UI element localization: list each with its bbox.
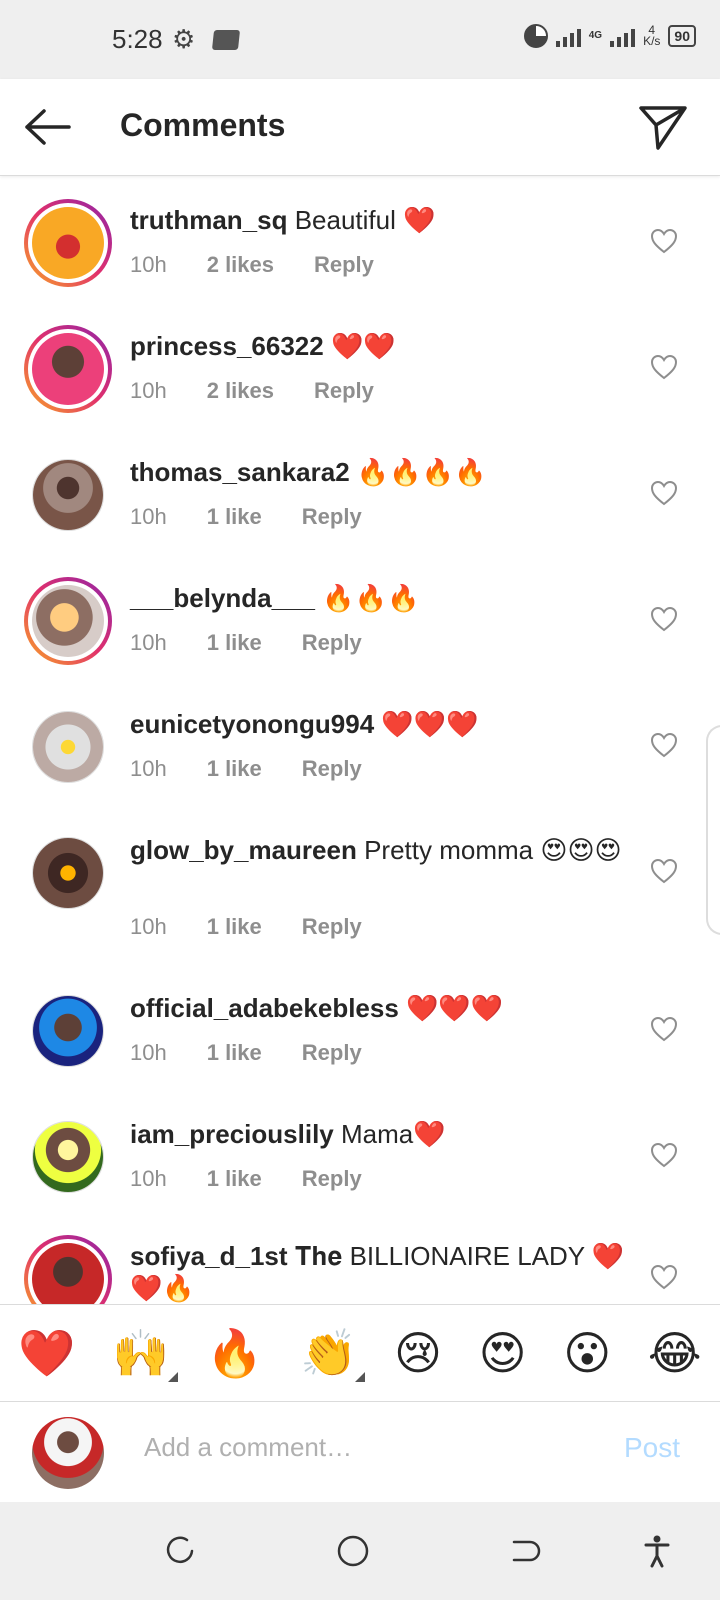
avatar[interactable]: [24, 1235, 112, 1304]
comment-username[interactable]: thomas_sankara2: [130, 457, 350, 487]
comment-time: 10h: [130, 914, 167, 939]
network-speed: 4 K/s: [643, 24, 661, 48]
comment-username[interactable]: ___belynda___: [130, 583, 315, 613]
status-bar: 5:28 ⚙ 4G 4 K/s 90: [0, 0, 720, 79]
reply-button[interactable]: Reply: [302, 504, 362, 530]
post-button[interactable]: Post: [624, 1432, 680, 1464]
reply-button[interactable]: Reply: [302, 914, 362, 940]
comments-header: Comments: [0, 79, 720, 176]
comment-text: Pretty momma 😍😍😍: [364, 835, 622, 865]
system-nav-bar: [0, 1502, 720, 1600]
comment-time: 10h: [130, 252, 167, 277]
like-heart-icon[interactable]: [650, 732, 678, 758]
screenshot-icon: [211, 30, 241, 50]
comment-text: ❤️❤️❤️: [381, 709, 479, 739]
comment-likes[interactable]: 1 like: [207, 914, 262, 940]
settings-gear-icon: ⚙: [172, 24, 196, 54]
avatar[interactable]: [24, 199, 112, 287]
comment-text: Beautiful ❤️: [294, 205, 436, 235]
comment-likes[interactable]: 2 likes: [207, 378, 274, 404]
avatar[interactable]: [32, 1121, 104, 1193]
like-heart-icon[interactable]: [650, 228, 678, 254]
reply-button[interactable]: Reply: [302, 1040, 362, 1066]
comment-text: Mama❤️: [341, 1119, 446, 1149]
comment-time: 10h: [130, 756, 167, 781]
comments-list[interactable]: truthman_sq Beautiful ❤️ 10h 2 likes Reply…: [0, 177, 720, 1304]
comment-time: 10h: [130, 1040, 167, 1065]
reply-button[interactable]: Reply: [314, 378, 374, 404]
comment-time: 10h: [130, 630, 167, 655]
avatar[interactable]: [24, 577, 112, 665]
comment-likes[interactable]: 1 like: [207, 1040, 262, 1066]
like-heart-icon[interactable]: [650, 1142, 678, 1168]
back-arrow-icon[interactable]: [22, 107, 72, 147]
signal-strength-2-icon: [610, 25, 636, 47]
edge-panel-handle[interactable]: [706, 725, 720, 935]
like-heart-icon[interactable]: [650, 480, 678, 506]
comment-time: 10h: [130, 1166, 167, 1191]
user-avatar: [32, 1417, 104, 1489]
comment-likes[interactable]: 1 like: [207, 756, 262, 782]
emoji-laughing-button[interactable]: 😂: [648, 1330, 702, 1376]
avatar[interactable]: [32, 995, 104, 1067]
recent-apps-icon[interactable]: [163, 1534, 197, 1568]
comment-composer: Add a comment… Post: [0, 1402, 720, 1502]
like-heart-icon[interactable]: [650, 1264, 678, 1290]
emoji-raised-hands-button[interactable]: 🙌: [112, 1330, 178, 1382]
comment-username[interactable]: eunicetyonongu994: [130, 709, 374, 739]
reply-button[interactable]: Reply: [314, 252, 374, 278]
emoji-heart-eyes-button[interactable]: 😍: [479, 1330, 527, 1376]
data-saver-icon: [523, 24, 548, 48]
like-heart-icon[interactable]: [650, 354, 678, 380]
comment-username[interactable]: truthman_sq: [130, 205, 287, 235]
comment-likes[interactable]: 2 likes: [207, 252, 274, 278]
avatar[interactable]: [32, 459, 104, 531]
emoji-heart-button[interactable]: ❤️: [18, 1330, 75, 1376]
avatar[interactable]: [24, 325, 112, 413]
comment-text: 🔥🔥🔥: [322, 583, 420, 613]
signal-strength-icon: [555, 25, 581, 47]
emoji-clap-button[interactable]: 👏: [300, 1330, 366, 1382]
comment-input[interactable]: Add a comment…: [144, 1432, 352, 1463]
like-heart-icon[interactable]: [650, 1016, 678, 1042]
network-speed-unit: K/s: [643, 34, 661, 48]
comment-likes[interactable]: 1 like: [207, 504, 262, 530]
avatar[interactable]: [32, 837, 104, 909]
page-title: Comments: [120, 107, 286, 143]
accessibility-icon[interactable]: [640, 1534, 674, 1568]
comment-likes[interactable]: 1 like: [207, 630, 262, 656]
send-direct-icon[interactable]: [638, 103, 688, 151]
battery-icon: 90: [668, 25, 696, 47]
comment-username[interactable]: iam_preciouslily: [130, 1119, 334, 1149]
status-time: 5:28: [112, 24, 163, 54]
comment-time: 10h: [130, 504, 167, 529]
comment-time: 10h: [130, 378, 167, 403]
comment-username[interactable]: princess_66322: [130, 331, 324, 361]
comment-username[interactable]: sofiya_d_1st: [130, 1241, 288, 1271]
comment-username[interactable]: glow_by_maureen: [130, 835, 357, 865]
reply-button[interactable]: Reply: [302, 1166, 362, 1192]
emoji-quick-bar: ❤️ 🙌 🔥 👏 😢 😍 😮 😂: [0, 1304, 720, 1402]
home-icon[interactable]: [336, 1534, 370, 1568]
reply-button[interactable]: Reply: [302, 630, 362, 656]
like-heart-icon[interactable]: [650, 606, 678, 632]
comment-text: ❤️❤️❤️: [406, 993, 504, 1023]
back-nav-icon[interactable]: [508, 1534, 542, 1568]
comment-username[interactable]: official_adabekebless: [130, 993, 399, 1023]
avatar[interactable]: [32, 711, 104, 783]
emoji-fire-button[interactable]: 🔥: [206, 1330, 263, 1376]
comment-text: 🔥🔥🔥🔥: [356, 457, 487, 487]
like-heart-icon[interactable]: [650, 858, 678, 884]
network-type-label: 4G: [588, 30, 603, 41]
comment-likes[interactable]: 1 like: [207, 1166, 262, 1192]
emoji-crying-button[interactable]: 😢: [394, 1330, 442, 1376]
comment-text: ❤️❤️: [330, 331, 396, 361]
status-indicators: 4G 4 K/s 90: [523, 24, 696, 48]
reply-button[interactable]: Reply: [302, 756, 362, 782]
emoji-surprised-button[interactable]: 😮: [563, 1330, 611, 1376]
